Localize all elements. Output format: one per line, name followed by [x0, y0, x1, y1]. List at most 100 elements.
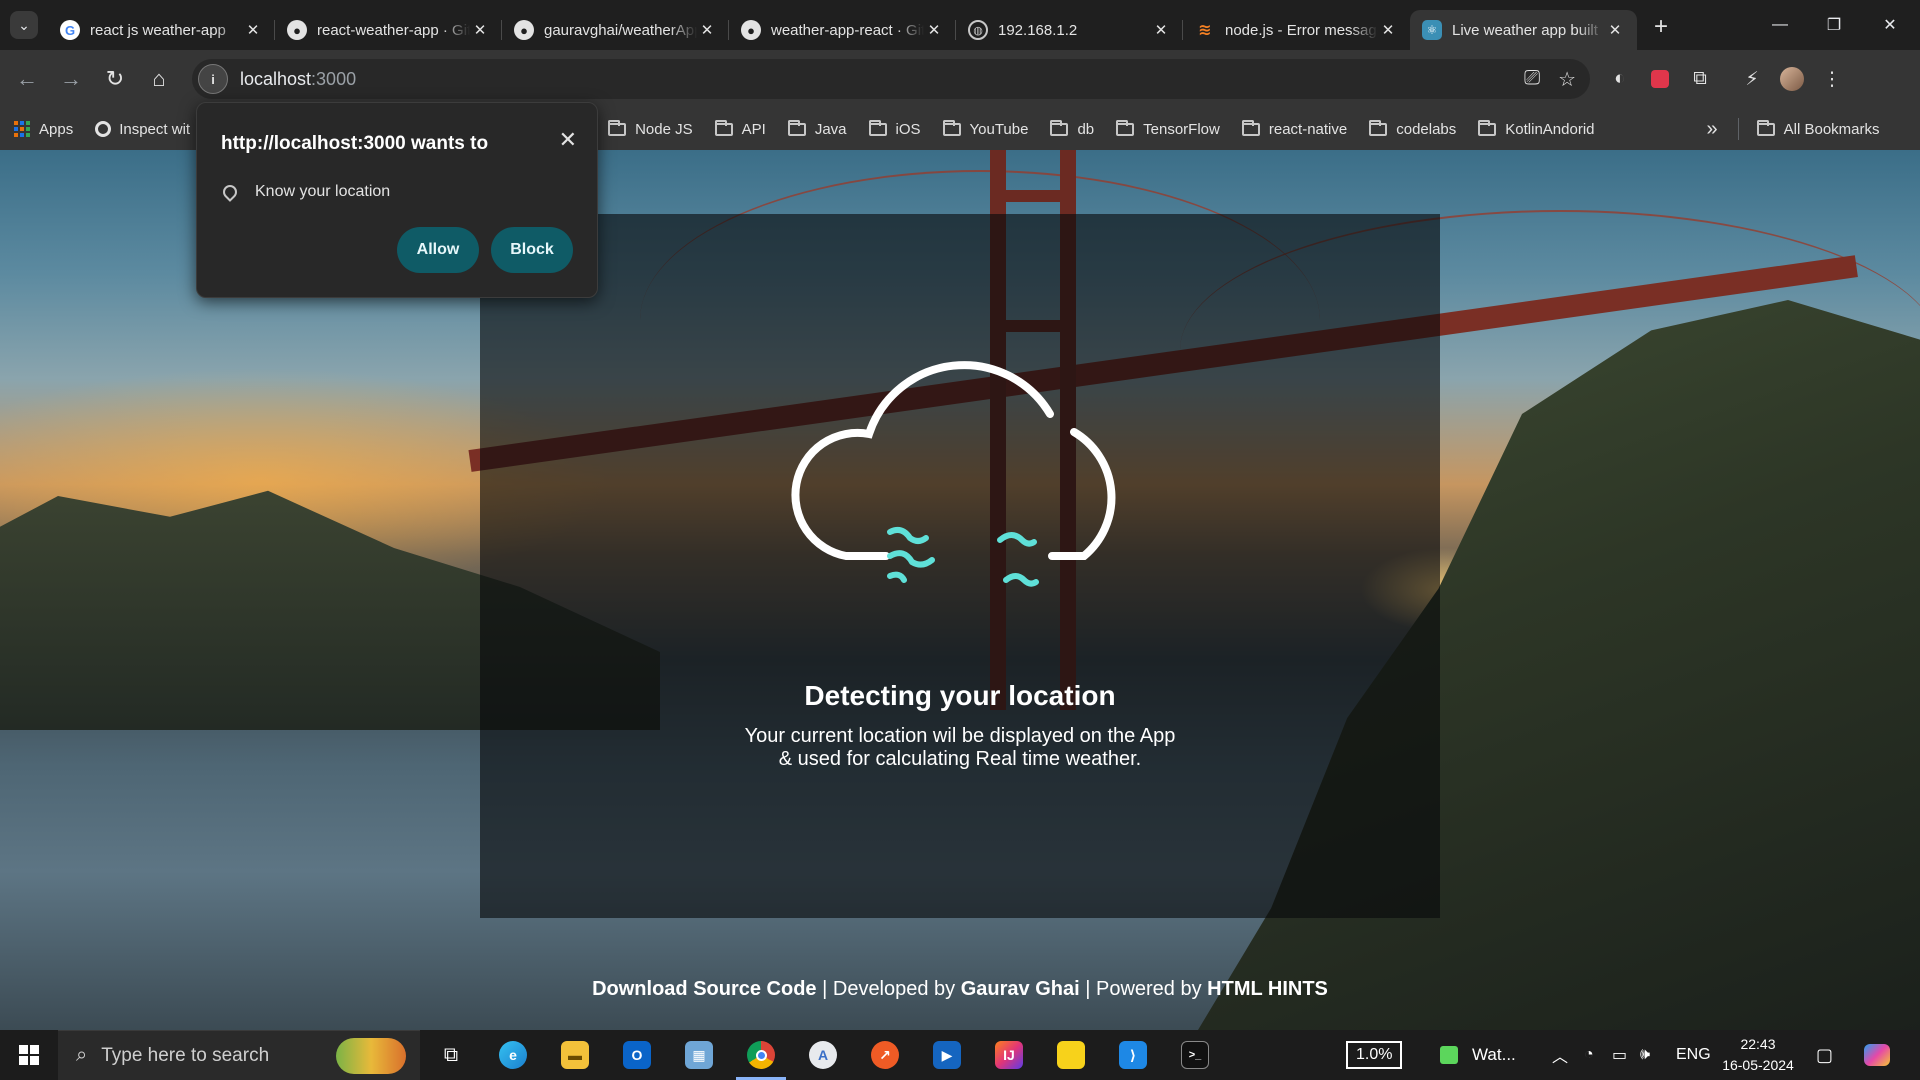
tab[interactable]: ≋ node.js - Error message ✕	[1183, 10, 1410, 50]
show-hidden-icons[interactable]: ︿	[1552, 1030, 1568, 1080]
tab[interactable]: G react js weather-app ✕	[48, 10, 275, 50]
block-button[interactable]: Block	[491, 227, 573, 273]
chrome-icon[interactable]	[730, 1030, 792, 1080]
restore-button[interactable]: ❐	[1806, 0, 1862, 50]
minimize-button[interactable]: —	[1752, 0, 1808, 50]
folder-icon	[1369, 119, 1388, 136]
forward-button[interactable]: →	[52, 60, 90, 98]
cpu-widget[interactable]: 1.0%	[1346, 1030, 1403, 1080]
browser-toolbar: ← → ↻ ⌂ i localhost:3000 ⎚ ☆ ◐ ⧉ ⚡ ⋮	[0, 50, 1920, 108]
arrow-right-icon: →	[60, 66, 82, 91]
bookmark-label: Inspect wit	[119, 120, 191, 138]
android-studio-icon[interactable]: A	[792, 1030, 854, 1080]
performance-icon[interactable]: ⚡	[1732, 59, 1772, 99]
media-player-icon[interactable]: ▶	[916, 1030, 978, 1080]
author-link[interactable]: Gaurav Ghai	[961, 978, 1080, 1000]
postman-icon[interactable]: ↗	[854, 1030, 916, 1080]
weather-icon	[1440, 1046, 1458, 1064]
taskbar-search[interactable]: ⌕ Type here to search	[58, 1030, 420, 1080]
url-text[interactable]: localhost:3000	[240, 69, 356, 90]
task-view-icon[interactable]: ⧉	[420, 1030, 482, 1080]
close-icon[interactable]: ✕	[559, 127, 577, 153]
chevron-up-icon: ︿	[1552, 1049, 1569, 1066]
tab[interactable]: ◍ 192.168.1.2 ✕	[956, 10, 1183, 50]
intellij-icon[interactable]: IJ	[978, 1030, 1040, 1080]
close-tab-icon[interactable]: ✕	[243, 20, 263, 40]
clock[interactable]: 22:43 16-05-2024	[1722, 1030, 1794, 1080]
close-tab-icon[interactable]: ✕	[1605, 20, 1625, 40]
close-tab-icon[interactable]: ✕	[470, 20, 490, 40]
new-tab-button[interactable]: +	[1643, 9, 1679, 45]
start-button[interactable]	[0, 1030, 58, 1080]
extension-icon[interactable]: ◐	[1600, 59, 1640, 99]
tab[interactable]: ● weather-app-react · GitHub ✕	[729, 10, 956, 50]
bookmark-folder[interactable]: react-native	[1241, 119, 1348, 138]
bookmark-folder[interactable]: codelabs	[1369, 119, 1457, 138]
page-footer: Download Source Code | Developed by Gaur…	[0, 978, 1920, 1001]
extensions-puzzle-icon[interactable]: ⧉	[1680, 59, 1720, 99]
download-source-link[interactable]: Download Source Code	[592, 978, 816, 1000]
bookmark-inspect[interactable]: Inspect wit	[95, 121, 190, 138]
github-icon: ●	[287, 20, 307, 40]
close-tab-icon[interactable]: ✕	[697, 20, 717, 40]
install-app-icon[interactable]: ⎚	[1524, 67, 1540, 92]
bookmark-label: react-native	[1268, 120, 1348, 138]
terminal-icon[interactable]: >_	[1164, 1030, 1226, 1080]
language-indicator[interactable]: ENG	[1676, 1030, 1711, 1080]
bookmarks-overflow-button[interactable]: »	[1707, 118, 1718, 141]
windows-taskbar: ⌕ Type here to search ⧉ e ▬ O ▦ A ↗ ▶ IJ…	[0, 1030, 1920, 1080]
vscode-icon[interactable]: ⟩	[1102, 1030, 1164, 1080]
tab-strip: ⌄ G react js weather-app ✕ ● react-weath…	[0, 0, 1920, 50]
bookmark-folder[interactable]: Node JS	[608, 119, 693, 138]
back-button[interactable]: ←	[8, 60, 46, 98]
notifications-icon[interactable]: ▢	[1816, 1030, 1833, 1080]
profile-avatar[interactable]	[1772, 59, 1812, 99]
bookmark-label: codelabs	[1396, 120, 1457, 138]
outlook-icon[interactable]: O	[606, 1030, 668, 1080]
location-permission-popup: http://localhost:3000 wants to ✕ Know yo…	[196, 102, 598, 298]
bookmark-apps[interactable]: Apps	[14, 121, 73, 138]
bookmark-folder[interactable]: YouTube	[942, 119, 1028, 138]
close-tab-icon[interactable]: ✕	[1378, 20, 1398, 40]
pocket-icon[interactable]	[1640, 59, 1680, 99]
bookmark-label: Apps	[39, 120, 74, 138]
control-panel-icon[interactable]: ▦	[668, 1030, 730, 1080]
bookmark-folder[interactable]: Java	[787, 119, 847, 138]
folder-icon	[1116, 119, 1135, 136]
volume-icon[interactable]: 🕪	[1640, 1030, 1650, 1080]
allow-button[interactable]: Allow	[397, 227, 479, 273]
tab-title: react-weather-app · GitHub	[317, 21, 470, 39]
html-hints-link[interactable]: HTML HINTS	[1207, 978, 1328, 1000]
site-info-icon[interactable]: i	[198, 64, 228, 94]
folder-icon	[1478, 119, 1497, 136]
bookmark-star-icon[interactable]: ☆	[1558, 67, 1576, 92]
bookmark-folder[interactable]: db	[1050, 119, 1094, 138]
battery-icon[interactable]: ▭	[1612, 1030, 1627, 1080]
wifi-icon[interactable]: ◔	[1584, 1030, 1594, 1080]
close-tab-icon[interactable]: ✕	[924, 20, 944, 40]
copilot-icon[interactable]	[1864, 1030, 1890, 1080]
tab-search-button[interactable]: ⌄	[10, 11, 38, 39]
divider	[1737, 118, 1739, 140]
address-bar[interactable]: i localhost:3000 ⎚ ☆	[192, 59, 1590, 99]
bookmark-folder[interactable]: TensorFlow	[1116, 119, 1220, 138]
close-window-button[interactable]: ✕	[1862, 0, 1918, 50]
tab[interactable]: ● react-weather-app · GitHub ✕	[275, 10, 502, 50]
sticky-notes-icon[interactable]	[1040, 1030, 1102, 1080]
bridge-tower-beam	[990, 190, 1076, 202]
bookmark-folder[interactable]: iOS	[868, 119, 921, 138]
all-bookmarks-button[interactable]: All Bookmarks	[1756, 119, 1880, 138]
close-tab-icon[interactable]: ✕	[1151, 20, 1171, 40]
bookmark-folder[interactable]: KotlinAndorid	[1478, 119, 1595, 138]
menu-kebab-icon[interactable]: ⋮	[1812, 59, 1852, 99]
tab-active[interactable]: ⚛ Live weather app built ✕	[1410, 10, 1637, 50]
tab[interactable]: ● gauravghai/weatherApp ✕	[502, 10, 729, 50]
file-explorer-icon[interactable]: ▬	[544, 1030, 606, 1080]
home-button[interactable]: ⌂	[140, 60, 178, 98]
page-title: Detecting your location	[804, 680, 1116, 711]
weather-widget-label: Wat...	[1472, 1045, 1516, 1064]
reload-button[interactable]: ↻	[96, 60, 134, 98]
weather-widget[interactable]: Wat...	[1440, 1030, 1516, 1080]
edge-icon[interactable]: e	[482, 1030, 544, 1080]
bookmark-folder[interactable]: API	[714, 119, 766, 138]
